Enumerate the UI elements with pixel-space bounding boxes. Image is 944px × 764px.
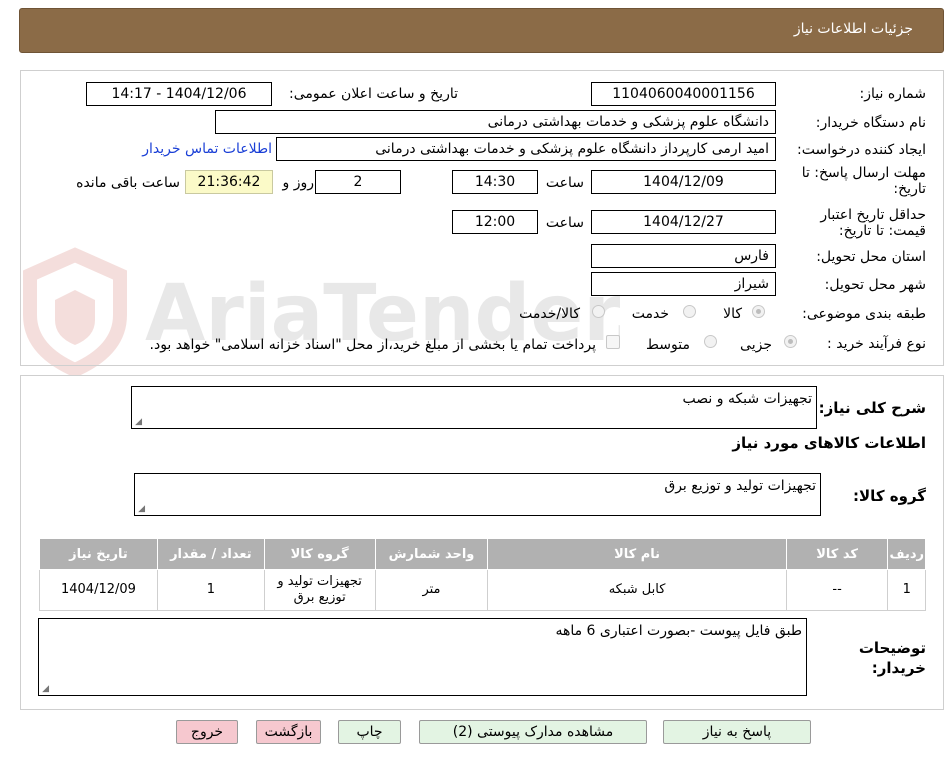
resize-grip-icon[interactable]: ◢ (41, 685, 49, 694)
summary-textarea: تجهیزات شبکه و نصب ◢ (131, 386, 817, 429)
resize-grip-icon[interactable]: ◢ (134, 418, 142, 427)
goods-group-text: تجهیزات تولید و توزیع برق (664, 478, 816, 494)
remaining-label: ساعت باقی مانده (76, 175, 180, 191)
buyer-org-label: نام دستگاه خریدار: (815, 115, 926, 131)
exit-button[interactable]: خروج (176, 720, 238, 744)
category-label: طبقه بندی موضوعی: (802, 306, 926, 322)
deadline-date-field: 1404/12/09 (591, 170, 776, 194)
buyer-org-field: دانشگاه علوم پزشکی و خدمات بهداشتی درمان… (215, 110, 776, 134)
goods-group-label: گروه کالا: (853, 487, 926, 505)
validity-label: حداقل تاریخ اعتبار قیمت: تا تاریخ: (820, 207, 926, 239)
table-row: 1 -- کابل شبکه متر تجهیزات تولید و توزیع… (39, 569, 926, 611)
announce-label: تاریخ و ساعت اعلان عمومی: (289, 86, 458, 102)
col-header-item-code: کد کالا (785, 538, 889, 570)
cell-row-number: 1 (887, 569, 926, 611)
category-option-goods-service: کالا/خدمت (519, 306, 580, 322)
resize-grip-icon[interactable]: ◢ (137, 505, 145, 514)
remaining-time-field: 21:36:42 (185, 170, 273, 194)
col-header-item-name: نام کالا (487, 538, 787, 570)
deadline-label: مهلت ارسال پاسخ: تا تاریخ: (801, 165, 926, 197)
page-title: جزئیات اطلاعات نیاز (793, 21, 913, 37)
category-option-goods: کالا (723, 306, 742, 322)
deadline-time-field: 14:30 (452, 170, 538, 194)
col-header-row-number: ردیف (887, 538, 926, 570)
page-header: جزئیات اطلاعات نیاز (19, 8, 944, 53)
summary-label: شرح کلی نیاز: (818, 399, 926, 417)
province-label: استان محل تحویل: (816, 249, 926, 265)
need-number-label: شماره نیاز: (859, 86, 927, 102)
category-radio-service[interactable] (683, 305, 696, 318)
col-header-need-date: تاریخ نیاز (39, 538, 158, 570)
category-option-service: خدمت (631, 306, 669, 322)
process-label: نوع فرآیند خرید : (827, 336, 926, 352)
col-header-unit: واحد شمارش (374, 538, 489, 570)
validity-date-field: 1404/12/27 (591, 210, 776, 234)
cell-item-name: کابل شبکه (487, 569, 787, 611)
col-header-item-group: گروه کالا (263, 538, 376, 570)
buyer-contact-link[interactable]: اطلاعات تماس خریدار (142, 141, 272, 157)
cell-item-code: -- (785, 569, 889, 611)
cell-unit: متر (374, 569, 489, 611)
col-header-quantity: تعداد / مقدار (156, 538, 265, 570)
province-field: فارس (591, 244, 776, 268)
process-option-medium: متوسط (646, 337, 690, 353)
cell-item-group: تجهیزات تولید و توزیع برق (263, 569, 376, 611)
deadline-time-label: ساعت (545, 175, 584, 191)
process-option-minor: جزیی (740, 337, 772, 353)
creator-field: امید ارمی کارپرداز دانشگاه علوم پزشکی و … (276, 137, 776, 161)
category-radio-goods[interactable] (752, 305, 765, 318)
city-field: شیراز (591, 272, 776, 296)
creator-label: ایجاد کننده درخواست: (797, 142, 926, 158)
process-radio-minor[interactable] (784, 335, 797, 348)
goods-group-textarea: تجهیزات تولید و توزیع برق ◢ (134, 473, 821, 516)
announce-datetime-field: 1404/12/06 - 14:17 (86, 82, 272, 106)
treasury-payment-checkbox[interactable] (606, 335, 620, 349)
items-table: ردیف کد کالا نام کالا واحد شمارش گروه کا… (39, 538, 926, 611)
cell-quantity: 1 (156, 569, 265, 611)
process-radio-medium[interactable] (704, 335, 717, 348)
print-button[interactable]: چاپ (338, 720, 401, 744)
goods-info-title: اطلاعات کالاهای مورد نیاز (732, 434, 926, 452)
buyer-notes-label: توضیحات خریدار: (858, 639, 926, 677)
validity-time-field: 12:00 (452, 210, 538, 234)
buyer-notes-textarea: طبق فایل پیوست -بصورت اعتباری 6 ماهه ◢ (38, 618, 807, 696)
days-field: 2 (315, 170, 401, 194)
payment-note: پرداخت تمام یا بخشی از مبلغ خرید،از محل … (149, 337, 596, 353)
category-radio-goods-service[interactable] (592, 305, 605, 318)
need-number-field: 1104060040001156 (591, 82, 776, 106)
city-label: شهر محل تحویل: (824, 277, 926, 293)
back-button[interactable]: بازگشت (256, 720, 321, 744)
summary-text: تجهیزات شبکه و نصب (682, 391, 813, 407)
reply-button[interactable]: پاسخ به نیاز (663, 720, 811, 744)
table-header-row: ردیف کد کالا نام کالا واحد شمارش گروه کا… (39, 538, 926, 570)
validity-time-label: ساعت (545, 215, 584, 231)
days-label: روز و (282, 175, 315, 191)
cell-need-date: 1404/12/09 (39, 569, 158, 611)
view-attachments-button[interactable]: مشاهده مدارک پیوستی (2) (419, 720, 647, 744)
buyer-notes-text: طبق فایل پیوست -بصورت اعتباری 6 ماهه (555, 623, 802, 639)
